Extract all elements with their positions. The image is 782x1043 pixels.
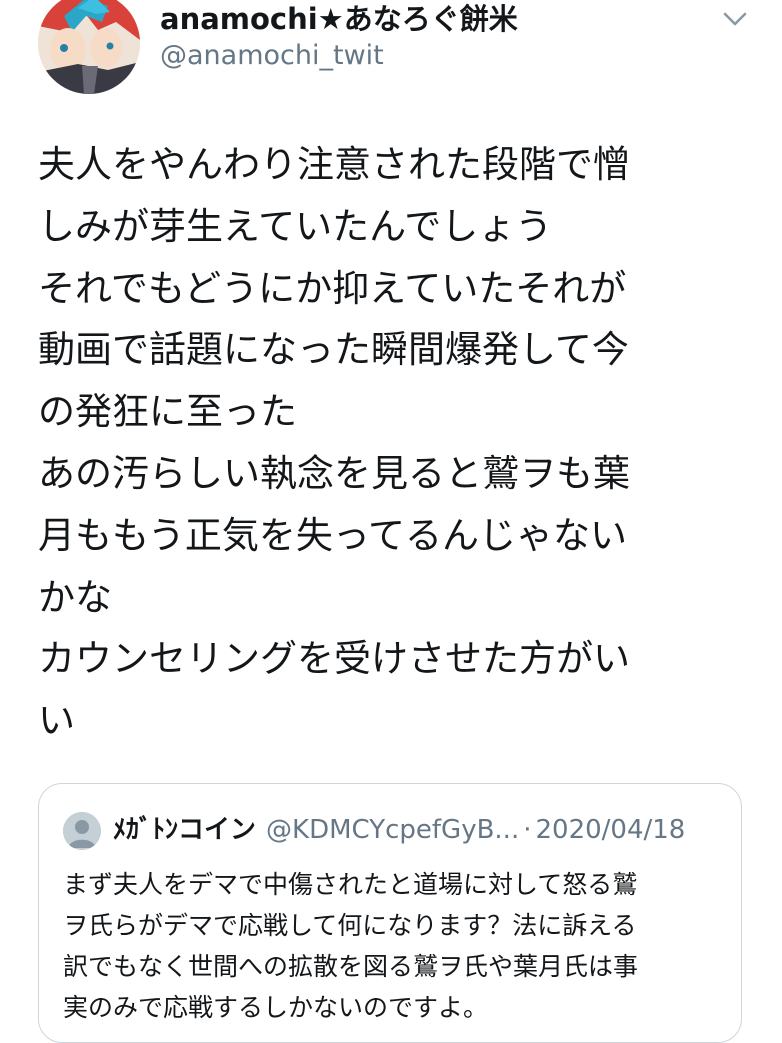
- user-handle[interactable]: @anamochi_twit: [160, 40, 384, 72]
- tweet-text-line: の発狂に至った: [38, 390, 297, 434]
- quoted-tweet-card[interactable]: ﾒｶﾞﾄﾝコイン @KDMCYcpefGyB... · 2020/04/18 まず夫人…: [38, 783, 742, 1043]
- avatar-image: [38, 0, 140, 94]
- quoted-display-name: ﾒｶﾞﾄﾝコイン: [113, 815, 257, 845]
- quoted-user-handle: @KDMCYcpefGyB...: [266, 815, 520, 845]
- tweet-text-line: 動画で話題になった瞬間爆発して今: [38, 328, 629, 372]
- avatar[interactable]: [38, 0, 140, 94]
- tweet-text-line: あの汚らしい執念を見ると鷲ヲも葉: [38, 451, 630, 495]
- quoted-text-line: 実のみで応戦するしかないのですよ。: [63, 993, 489, 1022]
- quoted-tweet-text: まず夫人をデマで中傷されたと道場に対して怒る鷲 ヲ氏らがデマで応戦して何になりま…: [63, 864, 733, 1028]
- tweet-text: 夫人をやんわり注意された段階で憎 しみが芽生えていたんでしょう それでもどうにか…: [38, 134, 748, 752]
- tweet-text-line: それでもどうにか抑えていたそれが: [38, 266, 627, 310]
- tweet-text-line: 夫人をやんわり注意された段階で憎: [38, 143, 630, 186]
- tweet-text-line: 月ももう正気を失ってるんじゃない: [38, 513, 628, 557]
- tweet-text-line: い: [38, 699, 75, 743]
- chevron-down-icon[interactable]: [720, 6, 750, 32]
- tweet-text-line: カウンセリングを受けさせた方がい: [38, 637, 630, 681]
- quoted-text-line: 訳でもなく世間への拡散を図る鷲ヲ氏や葉月氏は事: [63, 952, 639, 981]
- display-name[interactable]: anamochi★あなろぐ餅米: [160, 2, 518, 36]
- tweet-header: anamochi★あなろぐ餅米 @anamochi_twit: [0, 0, 782, 100]
- tweet-text-line: しみが芽生えていたんでしょう: [38, 204, 553, 248]
- quoted-text-line: ヲ氏らがデマで応戦して何になります？法に訴える: [63, 911, 637, 940]
- quoted-text-line: まず夫人をデマで中傷されたと道場に対して怒る鷲: [63, 870, 638, 899]
- quoted-tweet-header: ﾒｶﾞﾄﾝコイン @KDMCYcpefGyB... · 2020/04/18: [113, 810, 685, 850]
- tweet-text-line: かな: [38, 575, 112, 619]
- quoted-date: 2020/04/18: [535, 815, 686, 845]
- quoted-separator: ·: [523, 815, 532, 845]
- default-avatar-icon: [63, 812, 101, 850]
